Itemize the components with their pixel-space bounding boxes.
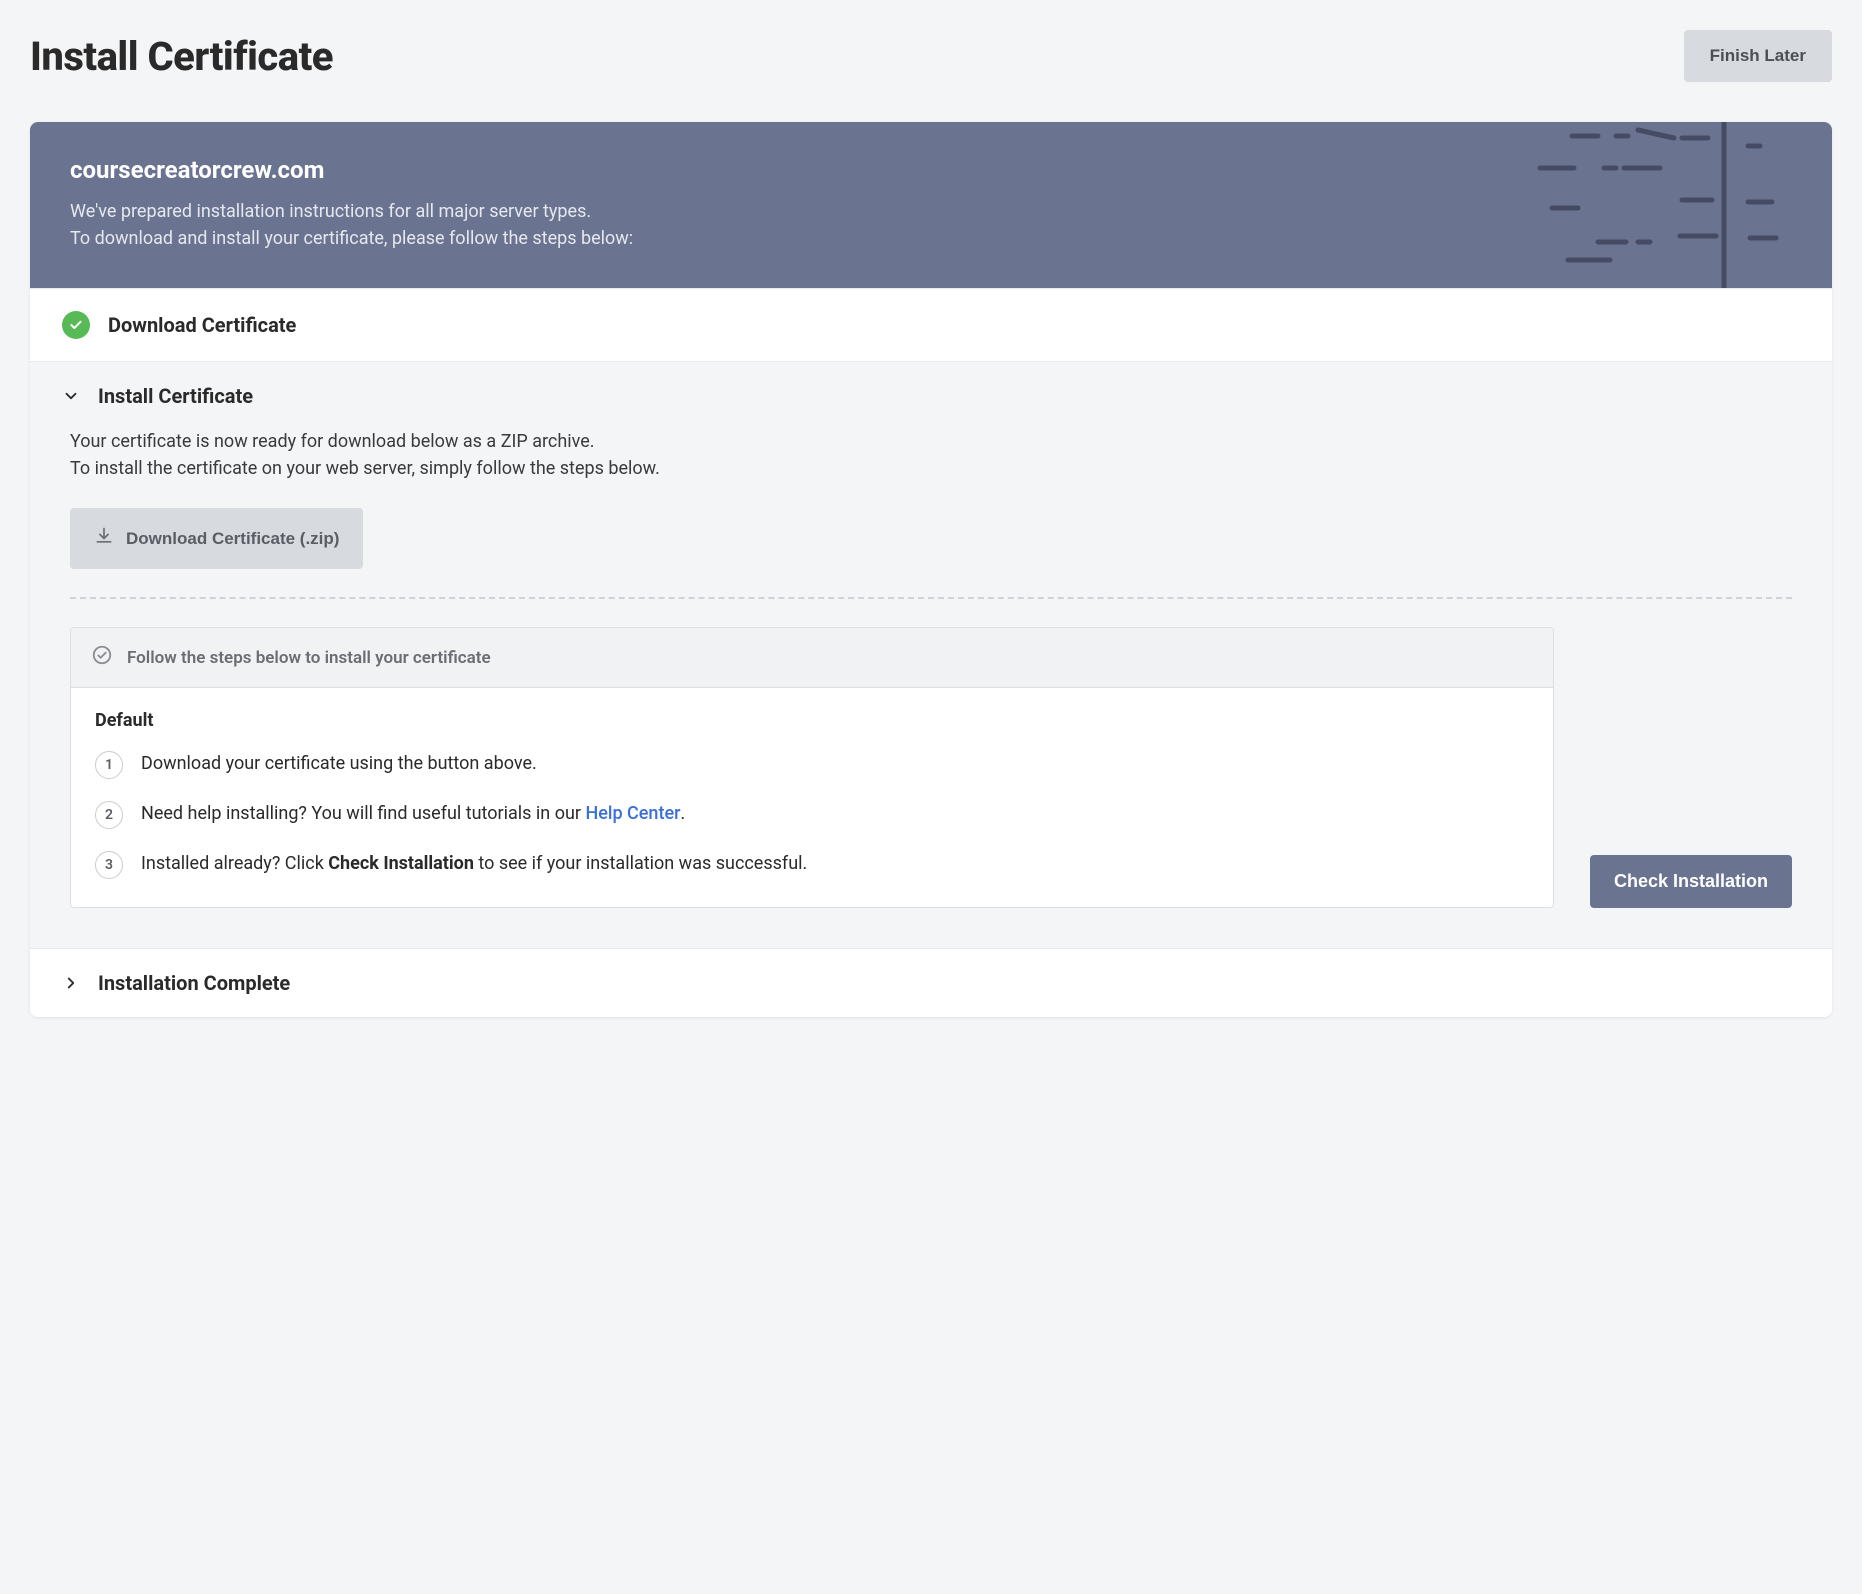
- section-complete-header[interactable]: Installation Complete: [30, 949, 1832, 1017]
- step-2-prefix: Need help installing? You will find usef…: [141, 803, 585, 824]
- check-installation-button[interactable]: Check Installation: [1590, 855, 1792, 908]
- step-3-prefix: Installed already? Click: [141, 853, 328, 874]
- instruction-header-text: Follow the steps below to install your c…: [127, 648, 491, 668]
- banner-decoration: [1532, 122, 1832, 288]
- instruction-subtitle: Default: [95, 710, 1529, 731]
- section-download-header[interactable]: Download Certificate: [30, 289, 1832, 361]
- step-3-suffix: to see if your installation was successf…: [474, 853, 807, 874]
- banner-text-line2: To download and install your certificate…: [70, 228, 633, 249]
- step-2-text: Need help installing? You will find usef…: [141, 801, 685, 826]
- step-1-text: Download your certificate using the butt…: [141, 751, 537, 776]
- page-title: Install Certificate: [30, 33, 333, 80]
- step-row: 3 Installed already? Click Check Install…: [95, 851, 1529, 879]
- help-center-link[interactable]: Help Center: [585, 803, 680, 824]
- instruction-header: Follow the steps below to install your c…: [71, 628, 1553, 688]
- banner-text-line1: We've prepared installation instructions…: [70, 201, 591, 222]
- download-certificate-label: Download Certificate (.zip): [126, 529, 339, 549]
- instruction-panel: Follow the steps below to install your c…: [70, 627, 1554, 908]
- section-install-header[interactable]: Install Certificate: [30, 362, 1832, 422]
- download-certificate-button[interactable]: Download Certificate (.zip): [70, 508, 363, 569]
- dashed-divider: [70, 597, 1792, 599]
- download-icon: [94, 526, 114, 551]
- step-number: 2: [95, 801, 123, 829]
- step-number: 3: [95, 851, 123, 879]
- chevron-down-icon: [62, 387, 80, 405]
- step-3-bold: Check Installation: [328, 853, 474, 874]
- info-check-icon: [91, 644, 113, 671]
- section-download: Download Certificate: [30, 288, 1832, 361]
- step-2-suffix: .: [680, 803, 685, 824]
- step-row: 1 Download your certificate using the bu…: [95, 751, 1529, 779]
- check-circle-icon: [62, 311, 90, 339]
- step-3-text: Installed already? Click Check Installat…: [141, 851, 807, 876]
- install-lead-line2: To install the certificate on your web s…: [70, 458, 660, 479]
- section-install-body: Your certificate is now ready for downlo…: [30, 422, 1832, 948]
- install-lead-text: Your certificate is now ready for downlo…: [70, 428, 1792, 482]
- section-complete-title: Installation Complete: [98, 971, 290, 995]
- step-number: 1: [95, 751, 123, 779]
- chevron-right-icon: [62, 974, 80, 992]
- section-complete: Installation Complete: [30, 948, 1832, 1017]
- finish-later-button[interactable]: Finish Later: [1684, 30, 1832, 82]
- banner: coursecreatorcrew.com We've prepared ins…: [30, 122, 1832, 288]
- section-install-title: Install Certificate: [98, 384, 253, 408]
- install-lead-line1: Your certificate is now ready for downlo…: [70, 431, 595, 452]
- section-download-title: Download Certificate: [108, 313, 296, 337]
- step-row: 2 Need help installing? You will find us…: [95, 801, 1529, 829]
- section-install: Install Certificate Your certificate is …: [30, 361, 1832, 948]
- install-card: coursecreatorcrew.com We've prepared ins…: [30, 122, 1832, 1017]
